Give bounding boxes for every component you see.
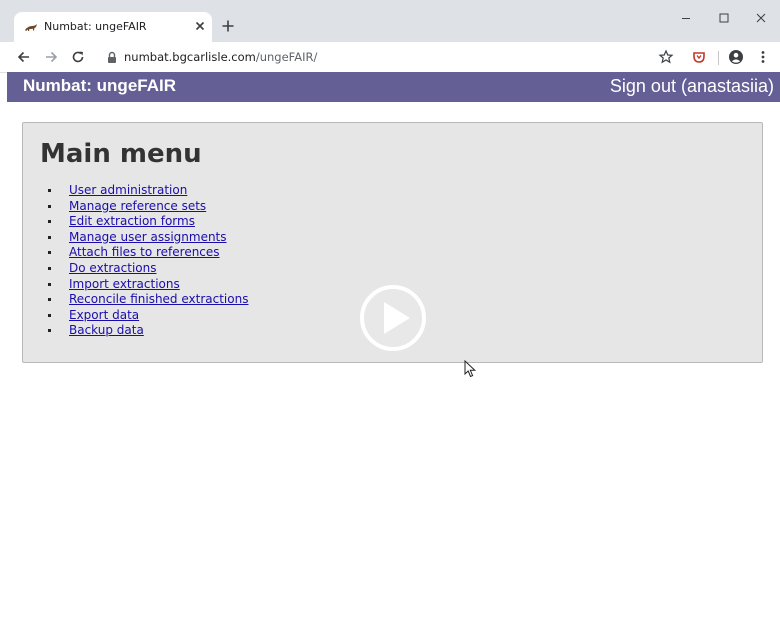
export-data-link[interactable]: Export data xyxy=(69,308,248,324)
bullet-icon xyxy=(48,204,51,208)
minimize-icon[interactable] xyxy=(678,10,694,26)
manage-user-assignments-link[interactable]: Manage user assignments xyxy=(69,230,248,246)
sign-out-link[interactable]: Sign out (anastasiia) xyxy=(610,76,774,97)
list-item: Attach files to references xyxy=(48,245,248,261)
edit-extraction-forms-link[interactable]: Edit extraction forms xyxy=(69,214,248,230)
bullet-icon xyxy=(48,189,51,192)
play-icon[interactable] xyxy=(359,284,427,352)
reconcile-extractions-link[interactable]: Reconcile finished extractions xyxy=(69,292,248,308)
close-window-icon[interactable] xyxy=(753,10,769,26)
list-item: Manage user assignments xyxy=(48,230,248,246)
site-header: Numbat: ungeFAIR Sign out (anastasiia) xyxy=(7,72,780,102)
bullet-icon xyxy=(48,235,51,239)
bullet-icon xyxy=(48,298,51,302)
bullet-icon xyxy=(48,251,51,255)
browser-tab[interactable]: Numbat: ungeFAIR xyxy=(14,12,212,42)
browser-toolbar: numbat.bgcarlisle.com/ungeFAIR/ xyxy=(0,42,780,73)
back-arrow-icon[interactable] xyxy=(16,49,32,65)
list-item: Backup data xyxy=(48,323,248,339)
numbat-favicon-icon xyxy=(25,24,37,31)
list-item: Edit extraction forms xyxy=(48,214,248,230)
main-menu-list: User administration Manage reference set… xyxy=(48,183,248,339)
list-item: User administration xyxy=(48,183,248,199)
browser-tab-bar: Numbat: ungeFAIR xyxy=(0,0,780,42)
manage-reference-sets-link[interactable]: Manage reference sets xyxy=(69,199,248,215)
profile-avatar-icon[interactable] xyxy=(728,49,744,65)
import-extractions-link[interactable]: Import extractions xyxy=(69,277,248,293)
list-item: Reconcile finished extractions xyxy=(48,292,248,308)
list-item: Manage reference sets xyxy=(48,199,248,215)
lock-icon[interactable] xyxy=(106,51,118,64)
bullet-icon xyxy=(48,220,51,224)
page-title: Main menu xyxy=(40,139,202,169)
toolbar-separator xyxy=(718,51,719,65)
address-bar-url[interactable]: numbat.bgcarlisle.com/ungeFAIR/ xyxy=(124,50,317,64)
reload-icon[interactable] xyxy=(70,49,86,65)
site-title[interactable]: Numbat: ungeFAIR xyxy=(23,76,176,96)
maximize-icon[interactable] xyxy=(716,10,732,26)
user-administration-link[interactable]: User administration xyxy=(69,183,248,199)
list-item: Do extractions xyxy=(48,261,248,277)
forward-arrow-icon[interactable] xyxy=(43,49,59,65)
list-item: Export data xyxy=(48,308,248,324)
url-domain: numbat.bgcarlisle.com xyxy=(124,50,256,64)
list-item: Import extractions xyxy=(48,277,248,293)
backup-data-link[interactable]: Backup data xyxy=(69,323,248,339)
menu-kebab-icon[interactable] xyxy=(755,49,771,65)
url-path: /ungeFAIR/ xyxy=(255,50,318,64)
tab-title: Numbat: ungeFAIR xyxy=(44,20,147,33)
bookmark-star-icon[interactable] xyxy=(658,49,674,65)
new-tab-icon[interactable] xyxy=(220,18,236,34)
do-extractions-link[interactable]: Do extractions xyxy=(69,261,248,277)
close-tab-icon[interactable] xyxy=(192,18,208,34)
bullet-icon xyxy=(48,329,51,333)
attach-files-link[interactable]: Attach files to references xyxy=(69,245,248,261)
bullet-icon xyxy=(48,266,51,270)
extension-icon[interactable] xyxy=(691,49,707,65)
bullet-icon xyxy=(48,313,51,317)
bullet-icon xyxy=(48,282,51,286)
mouse-cursor-icon xyxy=(464,360,477,378)
